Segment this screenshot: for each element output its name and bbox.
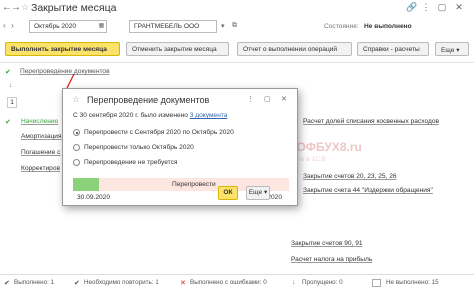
maximize-icon[interactable]: ▢ bbox=[437, 2, 447, 13]
item-close-20-26[interactable]: Закрытие счетов 20, 23, 25, 26 bbox=[303, 173, 397, 180]
more-button-label: Еще bbox=[441, 47, 455, 54]
option3-label[interactable]: Перепроведение не требуется bbox=[84, 159, 177, 166]
period-value: Октябрь 2020 bbox=[34, 23, 77, 30]
org-open-icon[interactable]: ⧉ bbox=[232, 22, 237, 30]
dialog-title: Перепроведение документов bbox=[87, 95, 210, 105]
progress-label: Перепровести bbox=[172, 181, 216, 188]
dropdown-icon: ▾ bbox=[263, 189, 268, 196]
info-label: С 30 сентября 2020 г. было изменено bbox=[73, 112, 188, 119]
prev-period-icon[interactable]: ‹ bbox=[3, 21, 6, 30]
period-field[interactable]: Октябрь 2020 ▦ bbox=[29, 20, 107, 33]
error-icon: ✕ bbox=[180, 280, 186, 287]
check-icon: ✔ bbox=[5, 119, 11, 126]
more-icon[interactable]: ⋮ bbox=[421, 2, 431, 13]
status-skipped: Пропущено: 0 bbox=[302, 279, 343, 286]
status-bar: ✔ Выполнено: 1 ✔ Необходимо повторить: 1… bbox=[0, 274, 474, 291]
close-icon[interactable]: ✕ bbox=[454, 2, 464, 13]
status-not-done: Не выполнено: 15 bbox=[386, 279, 439, 286]
more-button[interactable]: Еще ▾ bbox=[435, 42, 469, 56]
help-calculations-button[interactable]: Справки - расчеты bbox=[357, 42, 429, 56]
organization-value: ГРАНТМЕБЕЛЬ ООО bbox=[134, 23, 200, 30]
favorite-star-icon[interactable]: ☆ bbox=[21, 2, 29, 13]
option1-radio[interactable] bbox=[73, 129, 80, 136]
status-errors: Выполнено с ошибками: 0 bbox=[190, 279, 267, 286]
ok-button[interactable]: ОК bbox=[218, 186, 238, 200]
item-amortization[interactable]: Амортизация bbox=[21, 133, 62, 140]
item-profit-tax[interactable]: Расчет налога на прибыль bbox=[291, 256, 372, 263]
item-close-90-91[interactable]: Закрытие счетов 90, 91 bbox=[291, 240, 363, 247]
option2-radio[interactable] bbox=[73, 144, 80, 151]
calendar-icon[interactable]: ▦ bbox=[97, 21, 106, 32]
changed-documents-link[interactable]: 3 документа bbox=[190, 112, 228, 119]
favorite-star-icon[interactable]: ☆ bbox=[72, 94, 80, 105]
more-dropdown-icon: ▾ bbox=[456, 47, 460, 54]
params-row: ‹ › Октябрь 2020 ▦ ГРАНТМЕБЕЛЬ ООО ▾ ⧉ С… bbox=[0, 18, 474, 36]
status-repeat: Необходимо повторить: 1 bbox=[84, 279, 159, 286]
item-indirect-costs[interactable]: Расчет долей списания косвенных расходов bbox=[303, 118, 439, 125]
option3-radio[interactable] bbox=[73, 159, 80, 166]
option2-label[interactable]: Перепровести только Октябрь 2020 bbox=[84, 144, 194, 151]
item-accrual[interactable]: Начисление bbox=[21, 118, 58, 125]
step-number: 1 bbox=[7, 97, 17, 108]
more-icon[interactable]: ⋮ bbox=[247, 95, 254, 103]
skipped-icon: ↓ bbox=[292, 279, 296, 286]
title-bar: ← → ☆ Закрытие месяца 🔗 ⋮ ▢ ✕ bbox=[0, 0, 474, 17]
status-label: Состояние: bbox=[324, 23, 359, 30]
date-start: 30.09.2020 bbox=[77, 194, 111, 201]
arrow-down-icon: ↓ bbox=[9, 82, 13, 89]
close-icon[interactable]: ✕ bbox=[281, 95, 287, 103]
organization-field[interactable]: ГРАНТМЕБЕЛЬ ООО bbox=[129, 20, 217, 33]
dialog-more-label: Еще bbox=[248, 189, 263, 196]
status-done: Выполнено: 1 bbox=[14, 279, 55, 286]
progress-fill bbox=[73, 178, 99, 191]
forward-arrow-icon[interactable]: → bbox=[11, 2, 21, 13]
cancel-close-month-button[interactable]: Отменить закрытие месяца bbox=[126, 42, 229, 56]
option1-label[interactable]: Перепровести с Сентября 2020 по Октябрь … bbox=[84, 129, 234, 136]
not-done-icon bbox=[372, 279, 381, 287]
operations-report-button[interactable]: Отчет о выполнении операций bbox=[237, 42, 352, 56]
item-correction[interactable]: Корректиров bbox=[21, 165, 60, 172]
toolbar: Выполнить закрытие месяца Отменить закры… bbox=[0, 40, 474, 58]
window-title: Закрытие месяца bbox=[31, 2, 117, 14]
link-icon[interactable]: 🔗 bbox=[406, 2, 417, 13]
status-value: Не выполнено bbox=[364, 23, 412, 30]
maximize-icon[interactable]: ▢ bbox=[264, 95, 271, 103]
dialog-more-button[interactable]: Еще ▾ bbox=[246, 186, 270, 200]
next-period-icon[interactable]: › bbox=[11, 21, 14, 30]
back-arrow-icon[interactable]: ← bbox=[2, 2, 12, 13]
repeat-icon: ✔ bbox=[74, 280, 80, 287]
run-close-month-button[interactable]: Выполнить закрытие месяца bbox=[5, 42, 120, 56]
org-dropdown-icon[interactable]: ▾ bbox=[221, 22, 225, 30]
info-text: С 30 сентября 2020 г. было изменено 3 до… bbox=[73, 112, 227, 119]
check-icon: ✔ bbox=[5, 69, 11, 76]
item-close-44[interactable]: Закрытие счета 44 "Издержки обращения" bbox=[303, 187, 433, 194]
done-icon: ✔ bbox=[4, 280, 10, 287]
item-repayment[interactable]: Погашение с bbox=[21, 149, 60, 156]
